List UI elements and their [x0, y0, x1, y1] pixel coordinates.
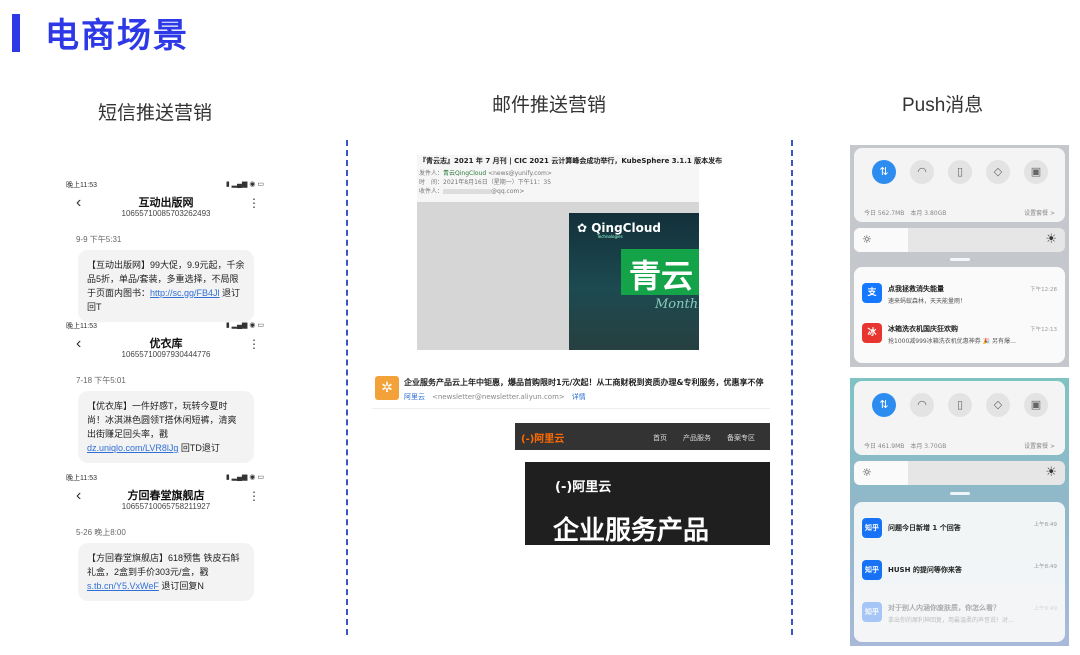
bell-icon[interactable]: ◇	[986, 393, 1010, 417]
flashlight-icon[interactable]: ▯	[948, 160, 972, 184]
email-date: 时 间：2021年8月16日（星期一）下午11：35	[419, 179, 552, 186]
sms-link[interactable]: s.tb.cn/Y5.VxWeF	[87, 581, 159, 591]
sms-time: 9-9 下午5:31	[76, 235, 122, 244]
notification-item[interactable]: 知乎 HUSH 的提问等你来答 上午8:49	[854, 554, 1065, 588]
quick-settings-panel: ⇅ ◠ ▯ ◇ ▣ 今日 461.9MB 本月 3.70GB 设置套餐 >	[854, 381, 1065, 455]
sms-time: 7-18 下午5:01	[76, 376, 126, 385]
brightness-slider[interactable]: ☼ ☀	[854, 461, 1065, 485]
sms-contact-number: 10655710097930444776	[121, 350, 211, 359]
page-title: 电商场景	[45, 16, 189, 56]
push-screenshot: ⇅ ◠ ▯ ◇ ▣ 今日 562.7MB 本月 3.80GB 设置套餐 > ☼ …	[850, 145, 1069, 367]
aliyun-logo: (-)阿里云	[521, 434, 565, 445]
sms-contact-name: 方回春堂旗舰店	[127, 490, 205, 502]
zhihu-icon: 知乎	[862, 602, 882, 622]
data-plan-settings[interactable]: 设置套餐 >	[1024, 208, 1055, 217]
haier-icon: 冰	[862, 323, 882, 343]
notification-list: 知乎 问题今日新增 1 个回答 上午8:49 知乎 HUSH 的提问等你来答 上…	[854, 502, 1065, 642]
screenshot-icon[interactable]: ▣	[1024, 393, 1048, 417]
email-recipient: 收件人： @qq.com>	[419, 188, 525, 195]
screenshot-icon[interactable]: ▣	[1024, 160, 1048, 184]
email-sender: 发件人：青云QingCloud <news@yunify.com>	[419, 170, 552, 177]
sms-contact-number: 10655710065758211927	[121, 502, 211, 511]
mobile-data-icon[interactable]: ⇅	[872, 393, 896, 417]
drag-handle[interactable]	[950, 492, 970, 495]
nav-item[interactable]: 产品服务	[683, 433, 711, 443]
sms-screenshot: 晚上11:53 ▮ ▂▄▆ ◉ ▭ ‹ ⋮ 方回春堂旗舰店 1065571006…	[62, 473, 270, 603]
notification-item[interactable]: 冰 冰箱洗衣机国庆狂欢购 抢1000减999冰箱洗衣机优惠神券 🎉 另有爆… 下…	[854, 317, 1065, 351]
sms-bubble: 【优衣库】一件好感T，玩转今夏时尚！冰淇淋色圆领T搭休闲短裤，清爽出街赚足回头率…	[78, 391, 254, 463]
nav-item[interactable]: 首页	[653, 433, 667, 443]
brightness-low-icon: ☼	[862, 466, 872, 479]
status-time: 晚上11:53	[66, 323, 97, 330]
brightness-high-icon: ☀	[1045, 232, 1057, 247]
aliyun-hero-banner: (-)阿里云 企业服务产品	[525, 462, 770, 546]
aliyun-email-body: (-)阿里云 首页 产品服务 备案专区 (-)阿里云 企业服务产品	[515, 423, 770, 546]
wifi-icon[interactable]: ◠	[910, 160, 934, 184]
column-title-push: Push消息	[902, 95, 984, 116]
sms-link[interactable]: http://sc.gg/FB4Jl	[150, 288, 220, 298]
data-usage: 今日 562.7MB 本月 3.80GB	[864, 210, 947, 217]
email-aliyun-header[interactable]: ✲ 企业服务产品云上年中钜惠，爆品首购限时1元/次起！从工商财税到资质办理&专利…	[372, 372, 770, 409]
aliyun-sender-icon: ✲	[375, 376, 399, 400]
aliyun-hero-title: 企业服务产品	[553, 516, 710, 546]
push-screenshot: ⇅ ◠ ▯ ◇ ▣ 今日 461.9MB 本月 3.70GB 设置套餐 > ☼ …	[850, 378, 1069, 646]
sms-contact-name: 互动出版网	[138, 197, 194, 209]
sms-screenshot: 晚上11:53 ▮ ▂▄▆ ◉ ▭ ‹ ⋮ 优衣库 10655710097930…	[62, 321, 270, 463]
brightness-low-icon: ☼	[862, 233, 872, 246]
sms-screenshot: 晚上11:53 ▮ ▂▄▆ ◉ ▭ ‹ ⋮ 互动出版网 106557100857…	[62, 180, 270, 322]
email-sender: 阿里云 <newsletter@newsletter.aliyun.com> 详…	[404, 393, 586, 401]
status-time: 晚上11:53	[66, 182, 97, 189]
mobile-data-icon[interactable]: ⇅	[872, 160, 896, 184]
notification-item[interactable]: 支 点我拯救消失能量 速来蚂蚁森林，天天能量雨！ 下午12:28	[854, 277, 1065, 311]
nav-item[interactable]: 备案专区	[727, 433, 755, 443]
banner-green-box: 青云	[621, 249, 699, 295]
sms-contact-number: 10655710085703262493	[121, 209, 211, 218]
title-accent-bar	[12, 14, 20, 52]
qingcloud-banner-image: ✿ QingCloud Technologies 青云 Monthly	[569, 213, 699, 350]
aliyun-hero-logo: (-)阿里云	[555, 480, 612, 495]
sms-bubble: 【方回春堂旗舰店】618预售 铁皮石斛礼盒，2盒到手价303元/盒，戳 s.tb…	[78, 543, 254, 601]
status-icons: ▮ ▂▄▆ ◉ ▭	[225, 474, 264, 481]
column-divider	[791, 140, 793, 635]
sms-contact-name: 优衣库	[149, 338, 183, 350]
wifi-icon[interactable]: ◠	[910, 393, 934, 417]
quick-settings-panel: ⇅ ◠ ▯ ◇ ▣ 今日 562.7MB 本月 3.80GB 设置套餐 >	[854, 148, 1065, 222]
flashlight-icon[interactable]: ▯	[948, 393, 972, 417]
column-title-email: 邮件推送营销	[492, 94, 607, 116]
brightness-high-icon: ☀	[1045, 465, 1057, 480]
alipay-icon: 支	[862, 283, 882, 303]
sms-bubble: 【互动出版网】99大促，9.9元起，千余品5折，单品/套装，多重选择，不局限于页…	[78, 250, 254, 322]
sms-time: 5-26 晚上8:00	[76, 528, 126, 537]
notification-item[interactable]: 知乎 问题今日新增 1 个回答 上午8:49	[854, 512, 1065, 546]
email-subject: 企业服务产品云上年中钜惠，爆品首购限时1元/次起！从工商财税到资质办理&专利服务…	[404, 378, 764, 387]
detail-link[interactable]: 详情	[572, 393, 586, 401]
status-icons: ▮ ▂▄▆ ◉ ▭	[225, 181, 264, 188]
notification-item[interactable]: 知乎 对于别人内涵你废肤质，你怎么看？ 拿出你的犀利神回复，用最温柔的声音说！对…	[854, 596, 1065, 630]
aliyun-nav-bar: (-)阿里云 首页 产品服务 备案专区	[515, 423, 770, 450]
column-divider	[346, 140, 348, 635]
drag-handle[interactable]	[950, 258, 970, 261]
zhihu-icon: 知乎	[862, 518, 882, 538]
bell-icon[interactable]: ◇	[986, 160, 1010, 184]
data-plan-settings[interactable]: 设置套餐 >	[1024, 441, 1055, 450]
notification-list: 支 点我拯救消失能量 速来蚂蚁森林，天天能量雨！ 下午12:28 冰 冰箱洗衣机…	[854, 267, 1065, 363]
status-time: 晚上11:53	[66, 475, 97, 482]
data-usage: 今日 461.9MB 本月 3.70GB	[864, 443, 947, 450]
brightness-slider[interactable]: ☼ ☀	[854, 228, 1065, 252]
email-qingcloud: 『青云志』2021 年 7 月刊 | CIC 2021 云计算峰会成功举行，Ku…	[417, 155, 722, 350]
zhihu-icon: 知乎	[862, 560, 882, 580]
qingcloud-logo: ✿ QingCloud	[577, 221, 661, 235]
sms-link[interactable]: dz.uniqlo.com/LVR8lJg	[87, 443, 178, 453]
email-subject: 『青云志』2021 年 7 月刊 | CIC 2021 云计算峰会成功举行，Ku…	[419, 157, 723, 165]
status-icons: ▮ ▂▄▆ ◉ ▭	[225, 322, 264, 329]
column-title-sms: 短信推送营销	[98, 102, 213, 124]
